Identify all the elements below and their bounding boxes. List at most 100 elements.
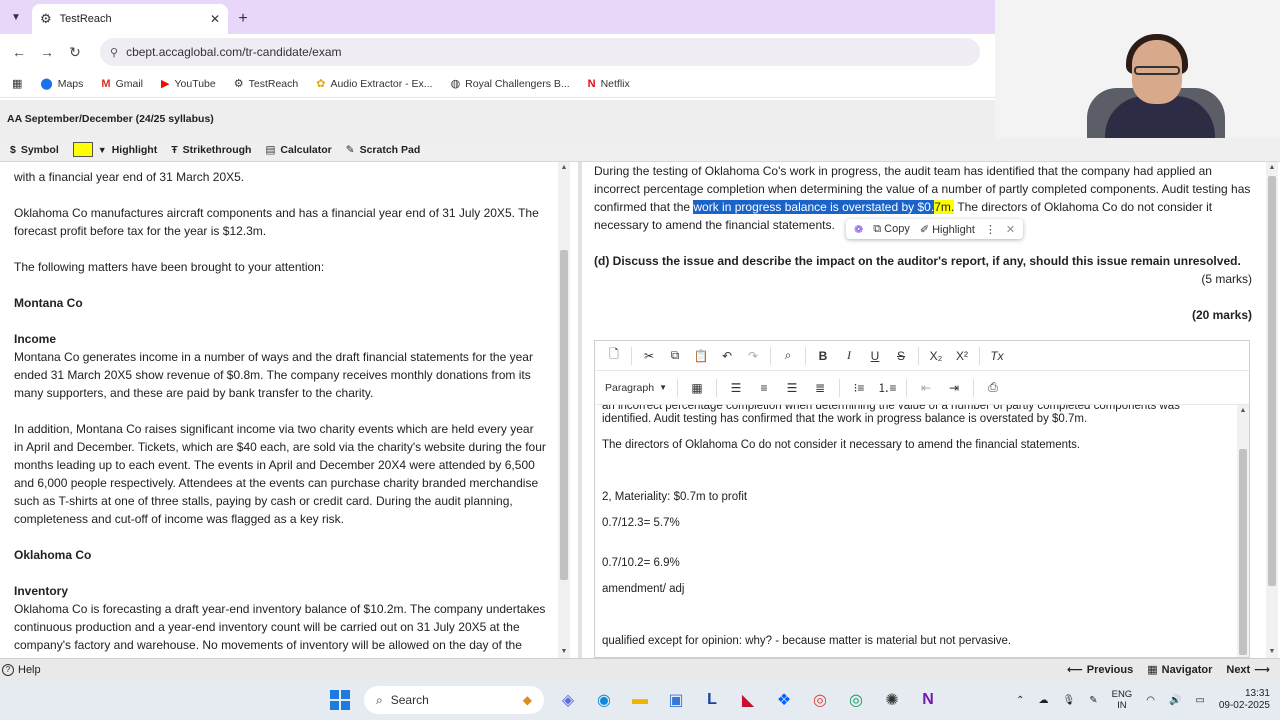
taskbar-search[interactable]: ⌕ Search ◆ bbox=[364, 686, 544, 714]
strikethrough-icon[interactable]: S bbox=[888, 344, 914, 368]
new-document-icon[interactable]: 🗋 bbox=[601, 344, 627, 368]
calculator-icon: ▤ bbox=[265, 143, 276, 156]
scroll-up-icon[interactable]: ▲ bbox=[558, 162, 570, 174]
selected-text[interactable]: work in progress balance is overstated b… bbox=[693, 200, 935, 214]
symbol-button[interactable]: $ Symbol bbox=[10, 144, 59, 156]
scenario-text: The following matters have been brought … bbox=[14, 260, 325, 274]
microphone-icon[interactable]: 🎙 bbox=[1063, 695, 1076, 706]
next-button[interactable]: Next ⟶ bbox=[1226, 663, 1270, 677]
copilot-icon[interactable]: ◈ bbox=[550, 682, 586, 718]
navigator-button[interactable]: ▦ Navigator bbox=[1147, 663, 1212, 677]
ai-icon[interactable]: ❁ bbox=[854, 223, 863, 236]
left-scrollbar[interactable]: ▲ ▼ bbox=[558, 162, 570, 658]
previous-button[interactable]: ⟵ Previous bbox=[1067, 663, 1133, 677]
highlight-color-swatch[interactable] bbox=[72, 142, 93, 157]
back-icon[interactable]: ← bbox=[8, 41, 30, 63]
forward-icon[interactable]: → bbox=[36, 41, 58, 63]
redo-icon[interactable]: ↷ bbox=[740, 344, 766, 368]
bullet-list-icon[interactable]: ⁝≡ bbox=[846, 376, 872, 400]
align-left-icon[interactable]: ☰ bbox=[723, 376, 749, 400]
print-icon[interactable]: ⎙ bbox=[980, 376, 1006, 400]
copy-icon[interactable]: ⧉ bbox=[662, 344, 688, 368]
reload-icon[interactable]: ↻ bbox=[64, 41, 86, 63]
scroll-down-icon[interactable]: ▼ bbox=[1266, 646, 1278, 658]
align-right-icon[interactable]: ☰ bbox=[779, 376, 805, 400]
arrow-right-icon: ⟶ bbox=[1254, 664, 1270, 676]
editor-content[interactable]: an incorrect percentage completion when … bbox=[595, 405, 1237, 657]
format-select[interactable]: Paragraph ▼ bbox=[601, 377, 671, 399]
volume-icon[interactable]: 🔊 bbox=[1169, 695, 1181, 706]
battery-icon[interactable]: ▭ bbox=[1195, 695, 1204, 706]
onenote-icon[interactable]: N bbox=[910, 682, 946, 718]
browser-addressbar: ← → ↻ ⚲ cbept.accaglobal.com/tr-candidat… bbox=[0, 34, 995, 70]
section-subheading: Inventory bbox=[14, 584, 69, 598]
wifi-icon[interactable]: ◠ bbox=[1146, 695, 1155, 706]
clock[interactable]: 13:31 09-02-2025 bbox=[1219, 688, 1270, 712]
superscript-icon[interactable]: X² bbox=[949, 344, 975, 368]
tab-testreach[interactable]: ⚙ TestReach ✕ bbox=[32, 4, 228, 34]
align-justify-icon[interactable]: ≣ bbox=[807, 376, 833, 400]
question-d: (d) Discuss the issue and describe the i… bbox=[594, 254, 1241, 268]
highlight-button[interactable]: ▼ Highlight bbox=[72, 142, 157, 157]
clear-format-icon[interactable]: Tx bbox=[984, 344, 1010, 368]
underline-icon[interactable]: U bbox=[862, 344, 888, 368]
calculator-button[interactable]: ▤ Calculator bbox=[265, 144, 331, 156]
mcafee-icon[interactable]: ◣ bbox=[730, 682, 766, 718]
scroll-thumb[interactable] bbox=[1239, 449, 1247, 655]
scroll-down-icon[interactable]: ▼ bbox=[558, 646, 570, 658]
chrome-profile-icon[interactable]: ◎ bbox=[838, 682, 874, 718]
copy-button[interactable]: ⧉ Copy bbox=[873, 223, 910, 236]
dropbox-icon[interactable]: ❖ bbox=[766, 682, 802, 718]
undo-icon[interactable]: ↶ bbox=[714, 344, 740, 368]
pen-icon[interactable]: ✎ bbox=[1089, 695, 1097, 706]
chrome-icon[interactable]: ◎ bbox=[802, 682, 838, 718]
scroll-up-icon[interactable]: ▲ bbox=[1237, 405, 1249, 417]
scratch-pad-button[interactable]: ✎ Scratch Pad bbox=[346, 144, 421, 156]
paste-icon[interactable]: 📋 bbox=[688, 344, 714, 368]
site-info-icon[interactable]: ⚲ bbox=[110, 46, 118, 59]
editor-scrollbar[interactable]: ▲ bbox=[1237, 405, 1249, 657]
bookmark-netflix[interactable]: N Netflix bbox=[588, 78, 630, 90]
strikethrough-button[interactable]: Ŧ Strikethrough bbox=[171, 144, 251, 156]
highlighted-text[interactable]: 7m. bbox=[934, 200, 955, 214]
apps-icon[interactable]: ▦ bbox=[12, 77, 22, 90]
italic-icon[interactable]: I bbox=[836, 344, 862, 368]
file-explorer-icon[interactable]: ▬ bbox=[622, 682, 658, 718]
bookmark-royal-challengers[interactable]: ◍ Royal Challengers B... bbox=[451, 77, 570, 91]
outdent-icon[interactable]: ⇤ bbox=[913, 376, 939, 400]
chevron-down-icon[interactable]: ▼ bbox=[98, 145, 107, 155]
bookmark-testreach[interactable]: ⚙ TestReach bbox=[234, 77, 298, 91]
url-field[interactable]: ⚲ cbept.accaglobal.com/tr-candidate/exam bbox=[100, 38, 980, 66]
scroll-up-icon[interactable]: ▲ bbox=[1266, 162, 1278, 174]
windows-start-icon[interactable] bbox=[322, 682, 358, 718]
highlight-popup-button[interactable]: ✐ Highlight bbox=[920, 223, 975, 236]
cut-icon[interactable]: ✂ bbox=[636, 344, 662, 368]
right-scrollbar[interactable]: ▲ ▼ bbox=[1266, 162, 1278, 658]
chatgpt-icon[interactable]: ✺ bbox=[874, 682, 910, 718]
bookmark-audio-extractor[interactable]: ✿ Audio Extractor - Ex... bbox=[316, 77, 432, 91]
indent-icon[interactable]: ⇥ bbox=[941, 376, 967, 400]
align-center-icon[interactable]: ≡ bbox=[751, 376, 777, 400]
table-icon[interactable]: ▦ bbox=[684, 376, 710, 400]
find-icon[interactable]: ⌕ bbox=[775, 344, 801, 368]
store-icon[interactable]: ▣ bbox=[658, 682, 694, 718]
cloud-icon[interactable]: ☁ bbox=[1039, 695, 1049, 706]
subscript-icon[interactable]: X₂ bbox=[923, 344, 949, 368]
edge-icon[interactable]: ◉ bbox=[586, 682, 622, 718]
bookmark-gmail[interactable]: M Gmail bbox=[101, 78, 143, 90]
close-icon[interactable]: ✕ bbox=[1006, 223, 1015, 236]
numbered-list-icon[interactable]: ⒈≡ bbox=[874, 376, 900, 400]
bold-icon[interactable]: B bbox=[810, 344, 836, 368]
tab-search-icon[interactable]: ▼ bbox=[0, 0, 32, 34]
more-icon[interactable]: ⋮ bbox=[985, 223, 996, 236]
help-button[interactable]: ? Help bbox=[0, 663, 41, 676]
scroll-thumb[interactable] bbox=[1268, 176, 1276, 586]
l-app-icon[interactable]: L bbox=[694, 682, 730, 718]
chevron-up-icon[interactable]: ⌃ bbox=[1016, 695, 1024, 706]
new-tab-icon[interactable]: + bbox=[228, 4, 258, 34]
tab-close-icon[interactable]: ✕ bbox=[210, 12, 220, 26]
bookmark-maps[interactable]: ⬤ Maps bbox=[40, 77, 83, 91]
bookmark-youtube[interactable]: ▶ YouTube bbox=[161, 77, 216, 91]
language-indicator[interactable]: ENG IN bbox=[1112, 689, 1133, 711]
scroll-thumb[interactable] bbox=[560, 250, 568, 580]
